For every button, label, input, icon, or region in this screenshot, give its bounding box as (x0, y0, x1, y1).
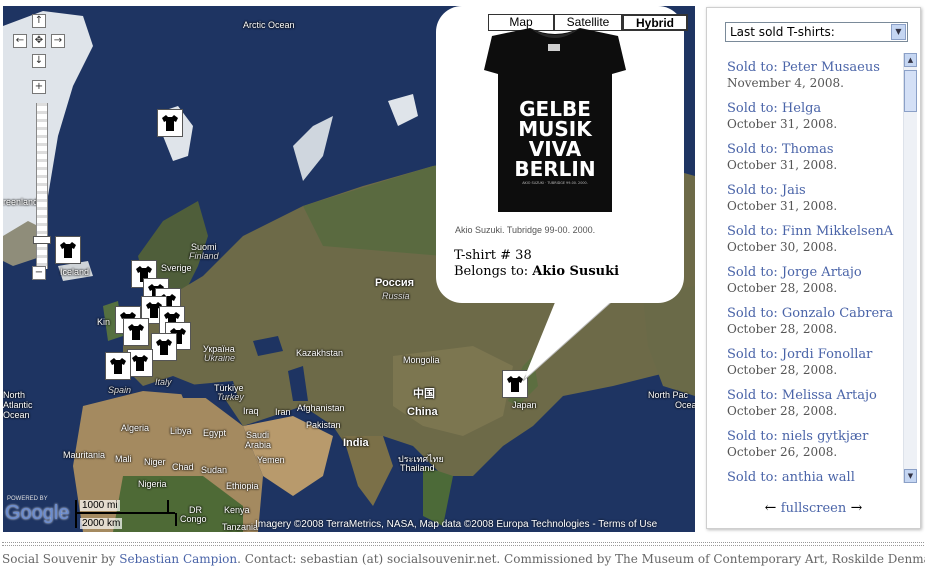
scroll-up-icon[interactable]: ▲ (904, 53, 917, 67)
list-scrollbar[interactable]: ▲ ▼ (903, 53, 917, 483)
buyer-link[interactable]: Sold to: Finn MikkelsenA (727, 224, 903, 240)
list-item: Sold to: niels gytkjær October 26, 2008. (727, 429, 903, 470)
author-link[interactable]: Sebastian Campion (119, 552, 237, 566)
sold-list-select[interactable]: Last sold T-shirts: ▼ (725, 22, 908, 42)
maptype-hybrid-button[interactable]: Hybrid (622, 14, 688, 31)
buyer-link[interactable]: Sold to: Jordi Fonollar (727, 347, 903, 363)
arrow-right-icon: → (850, 500, 863, 516)
chevron-down-icon[interactable]: ▼ (891, 24, 906, 40)
buyer-link[interactable]: Sold to: niels gytkjær (727, 429, 903, 445)
buyer-link[interactable]: Sold to: Helga (727, 101, 903, 117)
sale-date: October 31, 2008. (727, 158, 838, 172)
tshirt-number: T-shirt # 38 (454, 248, 532, 263)
footer: Social Souvenir by Sebastian Campion. Co… (2, 552, 925, 566)
footer-text: . Contact: sebastian (at) socialsouvenir… (237, 552, 925, 566)
owner-line: Belongs to: Akio Susuki (454, 264, 619, 279)
buyer-link[interactable]: Sold to: Melissa Artajo (727, 388, 903, 404)
sale-date: October 30, 2008. (727, 240, 838, 254)
scroll-down-icon[interactable]: ▼ (904, 469, 917, 483)
list-item: Sold to: Peter Musaeus November 4, 2008. (727, 60, 903, 101)
buyer-link[interactable]: Sold to: Gonzalo Cabrera (727, 306, 903, 322)
sale-date: October 28, 2008. (727, 322, 838, 336)
map[interactable]: Arctic Ocean reenland Iceland Suomi Finl… (3, 6, 695, 532)
list-item: Sold to: Jorge Artajo October 28, 2008. (727, 265, 903, 306)
footer-prefix: Social Souvenir by (2, 552, 120, 566)
owner-label: Belongs to: (454, 264, 533, 279)
fullscreen-link[interactable]: fullscreen (781, 501, 846, 516)
sale-date: October 28, 2008. (727, 281, 838, 295)
scale-kilometers: 2000 km (80, 518, 123, 529)
list-item: Sold to: Jais October 31, 2008. (727, 183, 903, 224)
fullscreen-control: ← fullscreen → (706, 500, 921, 516)
list-item: Sold to: Finn MikkelsenA October 30, 2008… (727, 224, 903, 265)
tshirt-caption: Akio Suzuki. Tubridge 99-00. 2000. (455, 225, 596, 235)
list-item: Sold to: Helga October 31, 2008. (727, 101, 903, 142)
buyer-link[interactable]: Sold to: Jorge Artajo (727, 265, 903, 281)
buyer-link[interactable]: Sold to: Peter Musaeus (727, 60, 903, 76)
sale-date: October 28, 2008. (727, 363, 838, 377)
arrow-left-icon: ← (764, 500, 777, 516)
list-item: Sold to: Jordi Fonollar October 28, 2008. (727, 347, 903, 388)
google-logo[interactable]: Google (5, 502, 70, 525)
list-item: Sold to: anthia wall (727, 470, 903, 482)
buyer-link[interactable]: Sold to: Thomas (727, 142, 903, 158)
sold-list-select-value: Last sold T-shirts: (730, 25, 835, 39)
sale-date: October 31, 2008. (727, 199, 838, 213)
scale-miles: 1000 mi (80, 500, 120, 511)
footer-divider (2, 542, 924, 546)
sale-date: October 31, 2008. (727, 117, 838, 131)
sale-date: October 28, 2008. (727, 404, 838, 418)
sale-date: October 26, 2008. (727, 445, 838, 459)
tshirt-print-small: AKIO SUZUKI · TUBRIDGE 99-00. 2000. (522, 181, 588, 185)
tshirt-print-line-4: BERLIN (514, 157, 595, 181)
owner-name: Akio Susuki (532, 264, 620, 279)
map-attribution[interactable]: Imagery ©2008 TerraMetrics, NASA, Map da… (255, 519, 657, 530)
sold-list[interactable]: Sold to: Peter Musaeus November 4, 2008. … (727, 60, 903, 482)
list-item: Sold to: Gonzalo Cabrera October 28, 2008… (727, 306, 903, 347)
tshirt-image[interactable]: GELBE MUSIK VIVA BERLIN AKIO SUZUKI · TU… (484, 28, 626, 212)
buyer-link[interactable]: Sold to: Jais (727, 183, 903, 199)
list-item: Sold to: Thomas October 31, 2008. (727, 142, 903, 183)
buyer-link[interactable]: Sold to: anthia wall (727, 470, 903, 482)
sale-date: November 4, 2008. (727, 76, 844, 90)
scrollbar-thumb[interactable] (904, 70, 917, 112)
list-item: Sold to: Melissa Artajo October 28, 2008. (727, 388, 903, 429)
